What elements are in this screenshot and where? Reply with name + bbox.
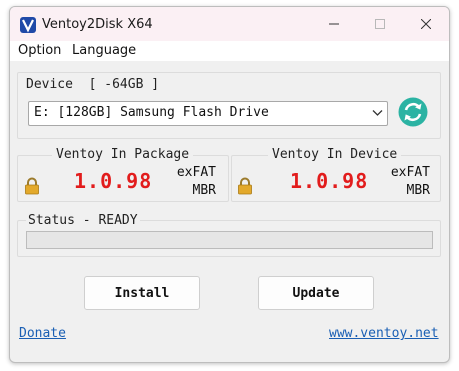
installed-fs: exFAT [390,165,430,180]
chevron-down-icon [372,110,383,116]
lock-icon [238,177,252,195]
package-fs: exFAT [176,165,216,180]
device-select-value: E: [128GB] Samsung Flash Drive [34,105,269,120]
donate-link[interactable]: Donate [19,326,66,341]
website-link[interactable]: www.ventoy.net [329,326,439,341]
window-title: Ventoy2Disk X64 [42,17,153,32]
menu-language[interactable]: Language [72,43,136,58]
refresh-icon[interactable] [398,97,428,127]
progress-bar [26,231,433,249]
close-button[interactable] [403,7,449,41]
lock-icon [25,177,39,195]
title-bar[interactable]: Ventoy2Disk X64 [10,7,449,41]
menu-bar: Option Language [10,41,449,61]
device-select[interactable]: E: [128GB] Samsung Flash Drive [28,101,388,126]
minimize-icon [329,23,339,25]
maximize-button[interactable] [357,7,403,41]
status-text: Status - READY [26,213,140,228]
update-button[interactable]: Update [258,276,374,310]
maximize-icon [375,19,385,29]
installed-partition-style: MBR [406,183,430,198]
package-title: Ventoy In Package [52,147,194,162]
package-version: 1.0.98 [74,169,153,193]
ventoy-app-icon [20,17,36,33]
installed-title: Ventoy In Device [268,147,402,162]
menu-option[interactable]: Option [18,43,61,58]
install-button[interactable]: Install [84,276,200,310]
package-partition-style: MBR [192,183,216,198]
ventoy-window: Ventoy2Disk X64 Option Language Device [… [9,6,450,363]
device-label: Device [ -64GB ] [26,77,160,92]
close-icon [421,19,431,29]
minimize-button[interactable] [311,7,357,41]
installed-version: 1.0.98 [290,169,369,193]
